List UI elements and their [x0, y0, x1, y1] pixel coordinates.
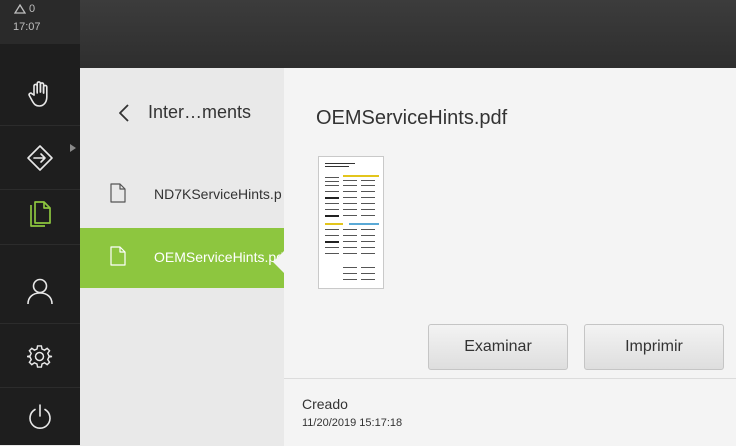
warning-indicator[interactable]: 0	[14, 3, 35, 15]
file-detail-panel: OEMServiceHints.pdf Examinar Imprimir Cr…	[284, 68, 736, 446]
user-icon	[27, 278, 53, 304]
status-area[interactable]: 0 17:07	[0, 0, 80, 44]
toolbar-manual-operation-button[interactable]	[0, 62, 80, 126]
selection-pointer	[273, 251, 284, 273]
toolbar-mdi-button[interactable]	[0, 126, 80, 190]
file-management-icon	[30, 200, 51, 227]
warning-count: 0	[29, 3, 36, 15]
file-name: OEMServiceHints.pdf	[154, 249, 282, 265]
hand-icon	[28, 80, 48, 107]
power-icon	[29, 403, 51, 429]
header-bar	[80, 0, 736, 68]
document-icon	[110, 183, 126, 203]
folder-title: Inter…ments	[148, 102, 252, 122]
toolbar-user-login-button[interactable]	[0, 258, 80, 324]
clock-time: 17:07	[13, 21, 41, 33]
expand-arrow-icon	[70, 144, 76, 152]
toolbar-power-button[interactable]	[0, 388, 80, 445]
warning-triangle-icon	[14, 4, 26, 14]
back-button[interactable]	[114, 102, 134, 124]
print-button[interactable]: Imprimir	[584, 324, 724, 370]
gear-icon	[27, 344, 53, 368]
file-title: OEMServiceHints.pdf	[316, 107, 508, 129]
file-name: ND7KServiceHints.pdf	[154, 186, 282, 202]
toolbar-file-management-button[interactable]	[0, 183, 80, 245]
file-list-item[interactable]: ND7KServiceHints.pdf	[80, 165, 284, 225]
browse-button[interactable]: Examinar	[428, 324, 568, 370]
toolbar-settings-button[interactable]	[0, 324, 80, 388]
arrow-in-icon	[27, 144, 53, 171]
pdf-thumbnail[interactable]	[318, 156, 384, 289]
folder-header: Inter…ments	[80, 88, 284, 138]
document-icon	[110, 246, 126, 266]
main-toolbar: 0 17:07	[0, 0, 80, 445]
file-list-item-selected[interactable]: OEMServiceHints.pdf	[80, 228, 284, 288]
created-label: Creado	[302, 396, 348, 412]
file-info-section: Creado 11/20/2019 15:17:18	[284, 378, 736, 446]
created-value: 11/20/2019 15:17:18	[302, 417, 403, 429]
folder-panel: Inter…ments ND7KServiceHints.pdf OEMServ…	[80, 68, 284, 445]
chevron-left-icon	[119, 104, 129, 122]
